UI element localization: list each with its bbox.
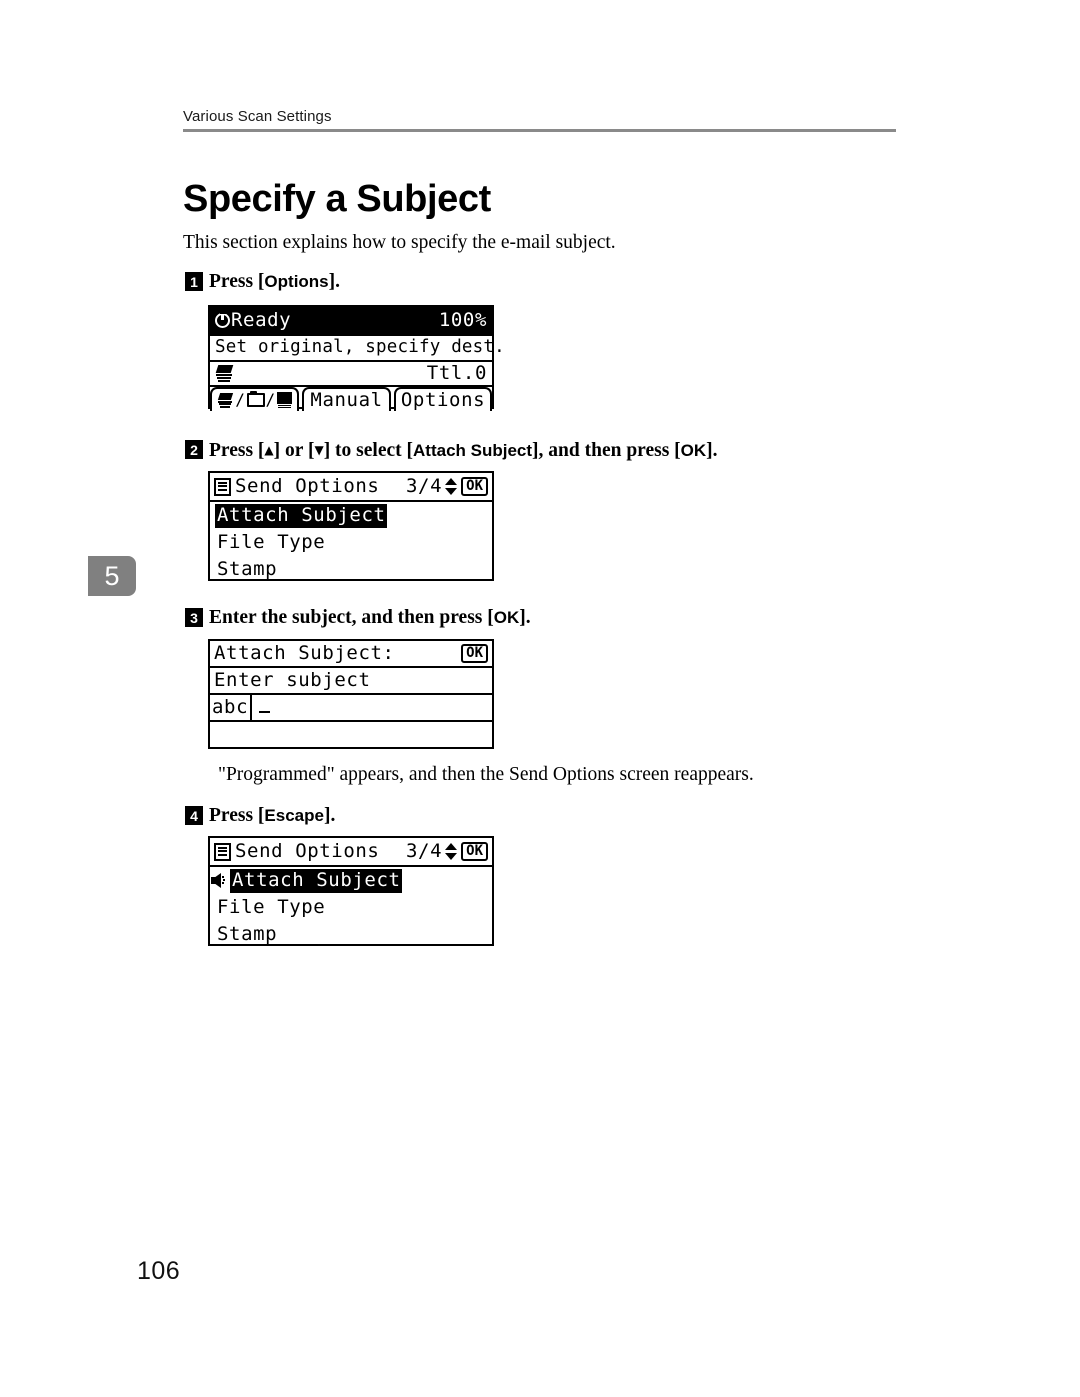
ok-key-icon[interactable]: OK — [461, 477, 488, 496]
menu-list-icon — [214, 842, 231, 861]
header-rule — [183, 129, 896, 132]
ok-key-icon[interactable]: OK — [461, 644, 488, 663]
lcd-send-options-header: Send Options 3/4 OK — [210, 473, 492, 502]
step-4-key: Escape — [264, 806, 324, 825]
step-2-part2: ] or [ — [273, 440, 315, 461]
list-item[interactable]: Attach Subject — [210, 502, 492, 529]
lcd-attach-subject-prompt: Enter subject — [214, 669, 371, 691]
lcd-ready-message-row: Set original, specify dest. — [210, 334, 505, 360]
lcd-ready-softkey-bar: / / Manual Options — [210, 385, 492, 411]
step-3-number: 3 — [185, 608, 203, 627]
chapter-tab-number: 5 — [104, 560, 120, 591]
arrow-up-icon: ▲ — [264, 443, 274, 457]
step-1-text-after: ]. — [328, 271, 341, 292]
softkey-modes[interactable]: / / — [210, 387, 300, 411]
scanner-icon — [217, 392, 234, 408]
list-item[interactable]: Stamp — [210, 921, 492, 948]
step-3-text: Enter the subject, and then press [OK]. — [209, 606, 531, 630]
menu-list-icon — [214, 477, 231, 496]
up-down-arrows-icon — [445, 477, 458, 496]
lcd-ready-total: Ttl.0 — [426, 362, 487, 384]
programmed-note: "Programmed" appears, and then the Send … — [218, 764, 754, 785]
step-1: 1 Press [Options]. — [185, 270, 340, 294]
list-item[interactable]: File Type — [210, 894, 492, 921]
step-2-target: Attach Subject — [413, 441, 533, 460]
list-item[interactable]: Attach Subject — [210, 867, 492, 894]
softkey-sep-2: / — [265, 390, 276, 409]
step-2-part4: ], and then press [ — [532, 440, 681, 461]
step-4-text: Press [Escape]. — [209, 804, 335, 828]
list-item-label: Attach Subject — [215, 503, 387, 528]
lcd-send-options-title: Send Options — [235, 475, 380, 497]
lcd-attach-subject-prompt-row: Enter subject — [210, 668, 492, 695]
step-2: 2 Press [▲] or [▼] to select [Attach Sub… — [185, 438, 718, 463]
lcd-attach-subject-title: Attach Subject: — [214, 642, 395, 664]
softkey-options-label: Options — [400, 388, 486, 411]
lcd-screen-send-options-after: Send Options 3/4 OK Attach Subject File … — [208, 836, 494, 946]
list-item-label: Stamp — [217, 922, 278, 945]
list-item-label: File Type — [217, 895, 326, 918]
up-down-arrows-icon — [445, 842, 458, 861]
step-2-text: Press [▲] or [▼] to select [Attach Subje… — [209, 438, 718, 463]
lcd-ready-message: Set original, specify dest. — [215, 337, 505, 358]
list-item[interactable]: Stamp — [210, 556, 492, 583]
list-item-label: Attach Subject — [230, 868, 402, 893]
lcd-ready-zoom: 100% — [438, 309, 487, 331]
step-3-part2: ]. — [519, 607, 531, 628]
list-item-label: Stamp — [217, 557, 278, 580]
page-number: 106 — [137, 1257, 181, 1285]
step-2-part3: ] to select [ — [323, 440, 414, 461]
ok-key-icon[interactable]: OK — [461, 842, 488, 861]
step-1-key: Options — [264, 272, 329, 291]
chapter-tab: 5 — [88, 556, 136, 596]
step-3: 3 Enter the subject, and then press [OK]… — [185, 606, 531, 630]
lcd-ready-title-bar: Ready 100% — [210, 307, 492, 334]
lcd-attach-subject-header: Attach Subject: OK — [210, 641, 492, 668]
power-icon — [215, 310, 230, 328]
step-4: 4 Press [Escape]. — [185, 804, 335, 828]
softkey-manual[interactable]: Manual — [302, 387, 392, 411]
subject-input[interactable] — [252, 695, 488, 720]
step-2-number: 2 — [185, 440, 203, 459]
lcd-ready-status: Ready — [231, 309, 292, 331]
ime-mode-indicator[interactable]: abc — [210, 695, 252, 720]
document-icon — [276, 391, 292, 409]
lcd-send-options-page-indicator: 3/4 — [406, 840, 443, 862]
intro-paragraph: This section explains how to specify the… — [183, 232, 616, 253]
step-1-text: Press [Options]. — [209, 270, 340, 294]
arrow-down-icon: ▼ — [314, 443, 324, 457]
folder-icon — [246, 391, 265, 407]
lcd-screen-attach-subject-entry: Attach Subject: OK Enter subject abc — [208, 639, 494, 749]
step-1-number: 1 — [185, 272, 203, 291]
lcd-screen-send-options-before: Send Options 3/4 OK Attach Subject File … — [208, 471, 494, 581]
step-4-part2: ]. — [323, 805, 336, 826]
ime-mode-label: abc — [212, 696, 249, 718]
list-item[interactable]: File Type — [210, 529, 492, 556]
lcd-ready-total-row: Ttl.0 — [210, 360, 492, 385]
step-2-part5: ]. — [706, 440, 718, 461]
softkey-manual-label: Manual — [310, 388, 383, 411]
lcd-attach-subject-blank-row — [210, 722, 492, 749]
step-3-part1: Enter the subject, and then press [ — [209, 607, 494, 628]
page-title: Specify a Subject — [183, 178, 491, 221]
lcd-screen-ready: Ready 100% Set original, specify dest. T… — [208, 305, 505, 411]
list-item-label: File Type — [217, 530, 326, 553]
lcd-send-options-page-indicator: 3/4 — [406, 475, 443, 497]
lcd-send-options-title: Send Options — [235, 840, 380, 862]
text-caret — [259, 710, 270, 714]
step-4-number: 4 — [185, 806, 203, 825]
running-head-text: Various Scan Settings — [183, 108, 332, 125]
softkey-sep-1: / — [235, 390, 246, 409]
lcd-send-options-header: Send Options 3/4 OK — [210, 838, 492, 867]
step-2-key: OK — [680, 441, 707, 460]
lcd-attach-subject-input-row[interactable]: abc — [210, 695, 492, 722]
speaker-icon — [211, 873, 227, 888]
softkey-options[interactable]: Options — [394, 387, 492, 411]
running-header: Various Scan Settings — [183, 108, 896, 132]
step-4-part1: Press [ — [209, 805, 265, 826]
step-3-key: OK — [493, 608, 520, 627]
scanner-icon — [215, 365, 235, 382]
step-2-part1: Press [ — [209, 440, 265, 461]
step-1-text-before: Press [ — [209, 271, 265, 292]
